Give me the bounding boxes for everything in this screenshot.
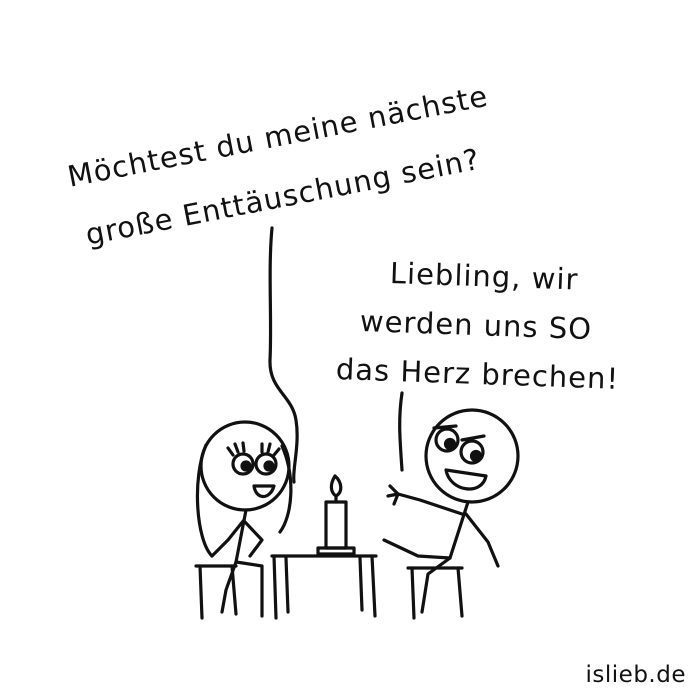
woman-chair — [194, 564, 238, 620]
man-chair — [406, 566, 464, 620]
woman-figure — [195, 420, 293, 618]
site-credit: islieb.de — [585, 662, 686, 688]
man-figure — [382, 408, 520, 614]
speech-man-line-1: Liebling, wir — [389, 256, 579, 297]
candle — [316, 474, 356, 556]
table — [270, 554, 378, 620]
speech-tail-man — [398, 391, 404, 472]
comic-panel: Möchtest du meine nächste große Enttäusc… — [0, 0, 700, 700]
